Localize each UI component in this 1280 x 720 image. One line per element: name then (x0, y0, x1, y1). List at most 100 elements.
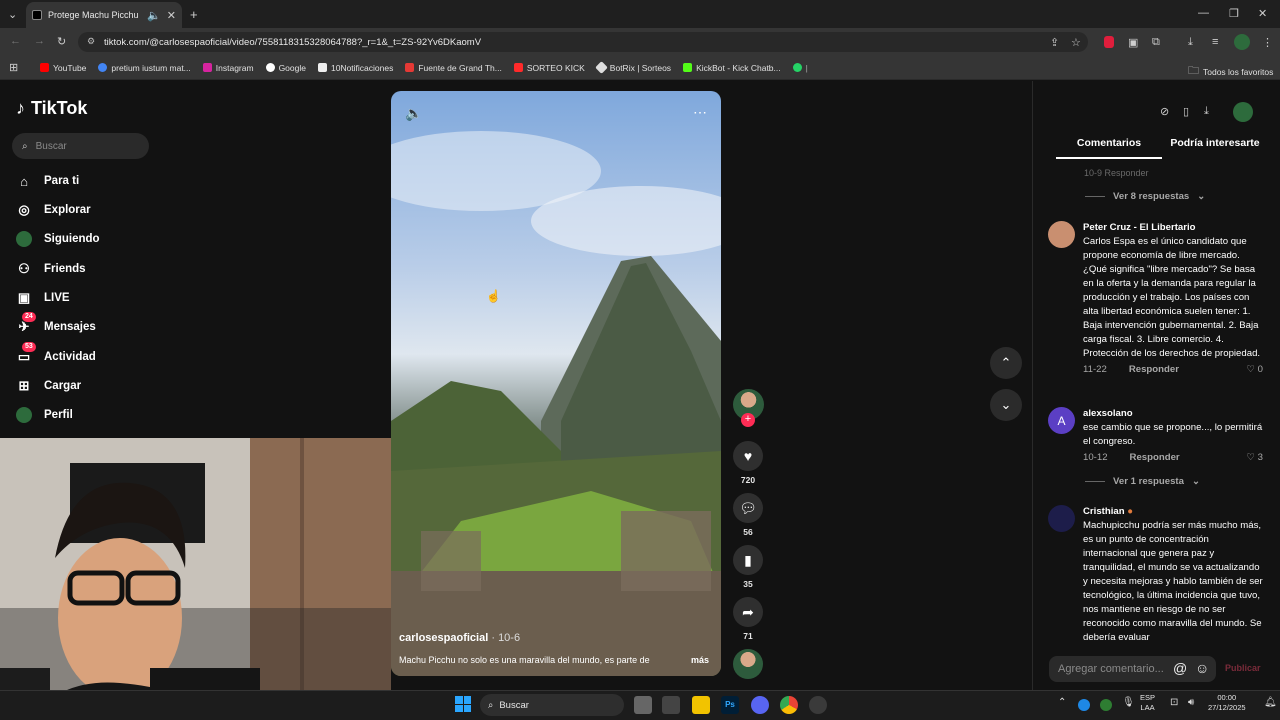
photoshop-icon[interactable]: Ps (721, 696, 739, 714)
nav-siguiendo[interactable]: Siguiendo (16, 228, 100, 250)
next-video-button[interactable]: ⌄ (990, 389, 1022, 421)
video-player[interactable] (391, 91, 721, 676)
commenter-avatar[interactable] (1048, 221, 1075, 248)
search-input[interactable]: ⌕ Buscar (12, 133, 149, 159)
language-indicator[interactable]: ESP LAA (1140, 693, 1155, 713)
tray-app-icon[interactable] (1100, 699, 1112, 711)
music-disc-avatar[interactable] (733, 649, 763, 679)
user-avatar[interactable] (1233, 102, 1253, 122)
google-g-icon (98, 63, 108, 72)
video-author[interactable]: carlosespaoficial · 10-6 (399, 632, 520, 644)
comment-author[interactable]: Peter Cruz - El Libertario (1083, 221, 1263, 235)
bookmark-whatsapp[interactable]: | (792, 63, 808, 73)
reply-button[interactable]: Responder (1129, 363, 1179, 377)
follow-plus-icon[interactable]: + (741, 413, 755, 427)
all-bookmarks[interactable]: 🗀 Todos los favoritos (1188, 62, 1273, 81)
bookmark-pretium[interactable]: pretium iustum mat... (98, 63, 191, 73)
bookmark-sorteo-kick[interactable]: SORTEO KICK (513, 63, 585, 73)
volume-icon[interactable]: 🔈 (405, 105, 422, 122)
site-info-icon[interactable]: ⚙ (87, 36, 95, 47)
coins-icon[interactable]: ⊘ (1160, 105, 1169, 118)
menu-kebab-icon[interactable]: ⋮ (1262, 36, 1273, 49)
bookmark-fuente[interactable]: Fuente de Grand Th... (405, 63, 502, 73)
file-explorer-icon[interactable] (692, 696, 710, 714)
forward-arrow-icon[interactable]: → (34, 35, 45, 47)
extension-red-icon[interactable] (1104, 36, 1114, 48)
media-control-icon[interactable]: ≡ (1212, 36, 1218, 48)
reply-button[interactable]: Responder (1130, 451, 1180, 465)
comment-author[interactable]: alexsolano (1083, 407, 1263, 421)
install-app-icon[interactable]: ⇪ (1050, 36, 1059, 49)
nav-cargar[interactable]: ⊞ Cargar (16, 375, 82, 397)
more-options-icon[interactable]: ⋯ (693, 104, 707, 121)
emoji-picker-icon[interactable]: ☺ (1195, 660, 1209, 676)
device-icon[interactable]: ▯ (1183, 105, 1189, 118)
downloads-icon[interactable]: ⤓ (1188, 36, 1193, 49)
taskbar-search[interactable]: ⌕ Buscar (480, 694, 624, 716)
tab-search-icon[interactable]: ⌄ (8, 8, 17, 21)
restore-button[interactable]: ❐ (1229, 7, 1239, 20)
bookmark-kickbot[interactable]: KickBot - Kick Chatb... (683, 63, 781, 73)
more-caption-button[interactable]: más (691, 655, 709, 665)
back-arrow-icon[interactable]: ← (10, 35, 21, 47)
nav-actividad[interactable]: ▭ 53 Actividad (16, 342, 96, 368)
apps-grid-icon[interactable]: ⊞ (9, 61, 18, 74)
app-icon[interactable] (809, 696, 827, 714)
close-window-button[interactable]: ✕ (1258, 7, 1267, 20)
notifications-icon[interactable]: 🔔︎ (1264, 697, 1277, 708)
commenter-avatar[interactable] (1048, 505, 1075, 532)
comment-like-button[interactable]: ♡ 0 (1246, 363, 1263, 377)
comment-input[interactable]: Agregar comentario... (1049, 656, 1216, 682)
tray-chevron-up-icon[interactable]: ⌃ (1058, 697, 1066, 708)
tray-app-icon[interactable] (1078, 699, 1090, 711)
tiktok-logo[interactable]: ♪ TikTok (16, 98, 87, 119)
nav-mensajes[interactable]: ✈ 24 Mensajes (16, 312, 96, 338)
minimize-button[interactable]: — (1198, 7, 1209, 19)
bookmark-google[interactable]: Google (265, 63, 306, 73)
discord-icon[interactable] (751, 696, 769, 714)
share-button[interactable]: ➦ 71 (733, 597, 763, 641)
reload-icon[interactable]: ↻ (57, 35, 66, 48)
nav-explorar[interactable]: ◎ Explorar (16, 199, 90, 221)
view-replies-8[interactable]: Ver 8 respuestas ⌄ (1085, 191, 1205, 202)
profile-avatar[interactable] (1234, 34, 1250, 50)
comment-author[interactable]: Cristhian (1083, 506, 1125, 517)
new-tab-button[interactable]: + (190, 7, 198, 22)
comment-button[interactable]: 💬︎ 56 (733, 493, 763, 537)
publish-button[interactable]: Publicar (1225, 663, 1261, 673)
commenter-avatar[interactable]: A (1048, 407, 1075, 434)
speaker-icon[interactable]: 🔈 (147, 9, 161, 22)
nav-friends[interactable]: ⚇ Friends (16, 258, 85, 280)
previous-video-button[interactable]: ⌃ (990, 347, 1022, 379)
comment-like-button[interactable]: ♡ 3 (1246, 451, 1263, 465)
nav-para-ti[interactable]: ⌂ Para ti (16, 170, 79, 192)
microphone-icon[interactable]: 🎙︎ (1122, 697, 1135, 708)
author-avatar[interactable]: + (732, 389, 764, 427)
mention-icon[interactable]: @ (1173, 660, 1187, 676)
nav-perfil[interactable]: Perfil (16, 404, 73, 426)
bookmark-instagram[interactable]: Instagram (202, 63, 254, 73)
extensions-puzzle-icon[interactable]: ⧉ (1152, 36, 1160, 49)
bookmark-notificaciones[interactable]: 10Notificaciones (317, 63, 393, 73)
bookmark-star-icon[interactable]: ☆ (1071, 36, 1081, 49)
task-view-icon[interactable] (634, 696, 652, 714)
tab-podria-interesarte[interactable]: Podría interesarte (1162, 137, 1268, 159)
save-button[interactable]: ▮ 35 (733, 545, 763, 589)
clock[interactable]: 00:00 27/12/2025 (1208, 693, 1246, 713)
view-replies-1[interactable]: Ver 1 respuesta ⌄ (1085, 476, 1200, 487)
bookmark-youtube[interactable]: YouTube (40, 63, 86, 73)
tab-comentarios[interactable]: Comentarios (1056, 137, 1162, 159)
chrome-icon[interactable] (780, 696, 798, 714)
extension-icon[interactable]: ▣ (1128, 36, 1138, 49)
volume-icon[interactable]: 🔊︎ (1188, 697, 1194, 708)
browser-tab[interactable]: Protege Machu Picchu Un 🔈 ✕ (26, 2, 182, 28)
app-icon[interactable] (662, 696, 680, 714)
close-tab-icon[interactable]: ✕ (167, 9, 176, 22)
bookmark-botrix[interactable]: BotRix | Sorteos (594, 61, 671, 74)
nav-live[interactable]: ▣ LIVE (16, 287, 70, 309)
windows-start-icon[interactable] (455, 696, 471, 712)
network-icon[interactable]: ⊡ (1170, 697, 1178, 708)
download-icon[interactable]: ⤓ (1204, 105, 1209, 118)
like-button[interactable]: ♥ 720 (733, 441, 763, 485)
address-bar[interactable]: ⚙ tiktok.com/@carlosespaoficial/video/75… (78, 32, 1088, 52)
